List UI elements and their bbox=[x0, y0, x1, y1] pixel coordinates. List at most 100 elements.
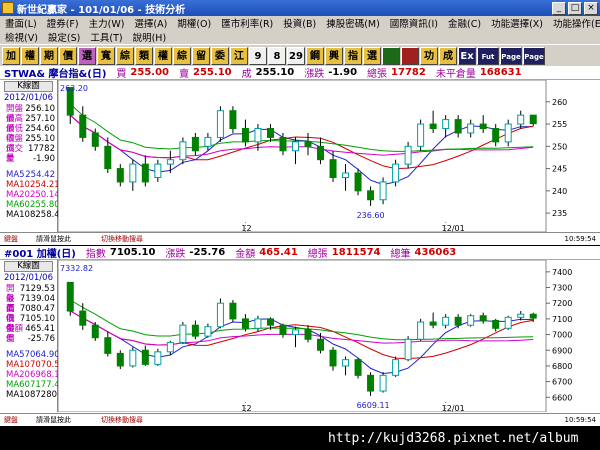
footer-hint2[interactable]: 切換移動搜尋 bbox=[101, 415, 143, 425]
ma-value: 7064.90 bbox=[24, 350, 60, 360]
toolbar-button[interactable]: 加 bbox=[2, 46, 20, 65]
menu-item[interactable]: 國際資訊(I) bbox=[385, 16, 443, 30]
stat-value: 17782 bbox=[27, 144, 55, 154]
menu-item[interactable]: 證券(F) bbox=[42, 16, 84, 30]
window-controls: _ □ × bbox=[552, 1, 600, 15]
maximize-button[interactable]: □ bbox=[568, 1, 582, 15]
toolbar-button[interactable]: Page bbox=[523, 46, 545, 65]
toolbar-button[interactable]: 29 bbox=[287, 46, 305, 65]
stat-value: 465.41 bbox=[25, 324, 55, 334]
toolbar-button[interactable]: 寬 bbox=[97, 46, 115, 65]
sell-value: 255.10 bbox=[193, 67, 232, 78]
stat-label: 開盤價 bbox=[6, 284, 15, 314]
symbol-name[interactable]: STWA& 摩台指&(日) bbox=[4, 65, 106, 80]
toolbar-button[interactable]: Page bbox=[500, 46, 522, 65]
x-tick-label: 12 bbox=[241, 224, 251, 232]
toolbar-button[interactable]: 類 bbox=[135, 46, 153, 65]
candle-body bbox=[179, 141, 187, 161]
candle-body bbox=[354, 359, 362, 376]
toolbar-button[interactable]: 留 bbox=[192, 46, 210, 65]
toolbar-button[interactable] bbox=[382, 46, 400, 65]
toolbar-button[interactable]: 期 bbox=[40, 46, 58, 65]
count-label: 總筆 bbox=[390, 249, 411, 260]
last-label: 成 bbox=[241, 69, 252, 80]
candle-body bbox=[317, 145, 325, 161]
menu-item[interactable]: 功能選擇(X) bbox=[486, 16, 548, 30]
menu-item[interactable]: 期權(O) bbox=[172, 16, 216, 30]
toolbar-button[interactable]: 綜 bbox=[116, 46, 134, 65]
ma-label: MA20 bbox=[6, 190, 30, 200]
menu-item[interactable]: 檢視(V) bbox=[0, 30, 43, 44]
toolbar-button[interactable]: 鋼 bbox=[306, 46, 324, 65]
toolbar-button[interactable]: 9 bbox=[249, 46, 267, 65]
ma-label: MA20 bbox=[6, 370, 30, 380]
menu-item[interactable]: 投資(B) bbox=[278, 16, 321, 30]
toolbar-button[interactable]: 興 bbox=[325, 46, 343, 65]
candle-body bbox=[116, 352, 124, 367]
ma-label: MA108 bbox=[6, 210, 36, 220]
toolbar-button[interactable] bbox=[401, 46, 419, 65]
candle-body bbox=[241, 318, 249, 329]
menu-item[interactable]: 功能操作(E) bbox=[548, 16, 600, 30]
toolbar-button[interactable]: 權 bbox=[21, 46, 39, 65]
candle-body bbox=[517, 313, 525, 318]
candle-body bbox=[104, 337, 112, 354]
candlestick-chart[interactable]: 235 240 245 250 255 260 12 12/01 263.20 236.60 bbox=[58, 80, 580, 232]
menu-item[interactable]: 工具(T) bbox=[85, 30, 127, 44]
candle-body bbox=[279, 136, 287, 152]
candle-body bbox=[279, 324, 287, 336]
menu-item[interactable]: 說明(H) bbox=[128, 30, 172, 44]
chart-panel-taiex-futures: STWA& 摩台指&(日) 買 255.00 賣 255.10 成 255.10… bbox=[0, 66, 600, 245]
footer-hint[interactable]: 請滑鼠按此 bbox=[36, 234, 71, 244]
toolbar-button[interactable]: 選 bbox=[78, 46, 96, 65]
stat-value: -1.90 bbox=[33, 154, 55, 164]
menu-item[interactable]: 畫面(L) bbox=[0, 16, 42, 30]
toolbar-button[interactable]: 功 bbox=[420, 46, 438, 65]
ma-value: 250.14 bbox=[29, 190, 60, 200]
toolbar-button[interactable]: 成 bbox=[439, 46, 457, 65]
kline-tab[interactable]: K線圖 bbox=[4, 261, 53, 272]
menu-item[interactable]: 匯市利率(R) bbox=[216, 16, 278, 30]
footer-hint[interactable]: 請滑鼠按此 bbox=[36, 415, 71, 425]
kline-tab[interactable]: K線圖 bbox=[4, 81, 53, 92]
menu-item[interactable]: 主力(W) bbox=[84, 16, 130, 30]
candle-body bbox=[392, 163, 400, 183]
stat-value: 257.10 bbox=[25, 114, 55, 124]
y-tick-label: 7400 bbox=[552, 268, 572, 277]
candle-body bbox=[517, 114, 525, 125]
candlestick-chart[interactable]: 6600 6700 6800 6900 7000 7100 7200 7300 7400 12 12… bbox=[58, 260, 580, 412]
toolbar-button[interactable]: 綜 bbox=[173, 46, 191, 65]
candle-body bbox=[229, 110, 237, 130]
footer-hint2[interactable]: 切換移動搜尋 bbox=[101, 234, 143, 244]
toolbar-button[interactable]: 選 bbox=[363, 46, 381, 65]
candle-body bbox=[104, 145, 112, 170]
toolbar-button[interactable]: 指 bbox=[344, 46, 362, 65]
toolbar-button[interactable]: 江 bbox=[230, 46, 248, 65]
stat-row: 最低價 254.60 bbox=[0, 124, 57, 144]
toolbar-button[interactable]: Ex bbox=[458, 46, 476, 65]
footer-mode[interactable]: 鍵盤 bbox=[4, 415, 18, 425]
ma-value: 255.80 bbox=[29, 200, 60, 210]
menu-item[interactable]: 設定(S) bbox=[43, 30, 85, 44]
stat-row: 最高價 257.10 bbox=[0, 114, 57, 134]
menu-item[interactable]: 選擇(A) bbox=[129, 16, 172, 30]
footer-mode[interactable]: 鍵盤 bbox=[4, 234, 18, 244]
stat-value: -25.76 bbox=[27, 334, 55, 344]
candle-body bbox=[354, 172, 362, 192]
toolbar-button[interactable]: 權 bbox=[154, 46, 172, 65]
candle-body bbox=[492, 128, 500, 143]
candle-body bbox=[467, 123, 475, 134]
menu-item[interactable]: 揀股密碼(M) bbox=[321, 16, 385, 30]
candle-body bbox=[342, 172, 350, 178]
minimize-button[interactable]: _ bbox=[552, 1, 566, 15]
toolbar-button[interactable]: 價 bbox=[59, 46, 77, 65]
toolbar-button[interactable]: 8 bbox=[268, 46, 286, 65]
close-button[interactable]: × bbox=[584, 1, 598, 15]
toolbar-button[interactable]: Fut bbox=[477, 46, 499, 65]
toolbar-button[interactable]: 委 bbox=[211, 46, 229, 65]
chart-panel-taiex: #001 加權(日) 指數 7105.10 漲跌 -25.76 金額 465.4… bbox=[0, 246, 600, 426]
candle-body bbox=[191, 136, 199, 152]
symbol-name[interactable]: #001 加權(日) bbox=[4, 245, 76, 260]
menu-item[interactable]: 金融(C) bbox=[443, 16, 486, 30]
ma-label: MA5 bbox=[6, 170, 25, 180]
